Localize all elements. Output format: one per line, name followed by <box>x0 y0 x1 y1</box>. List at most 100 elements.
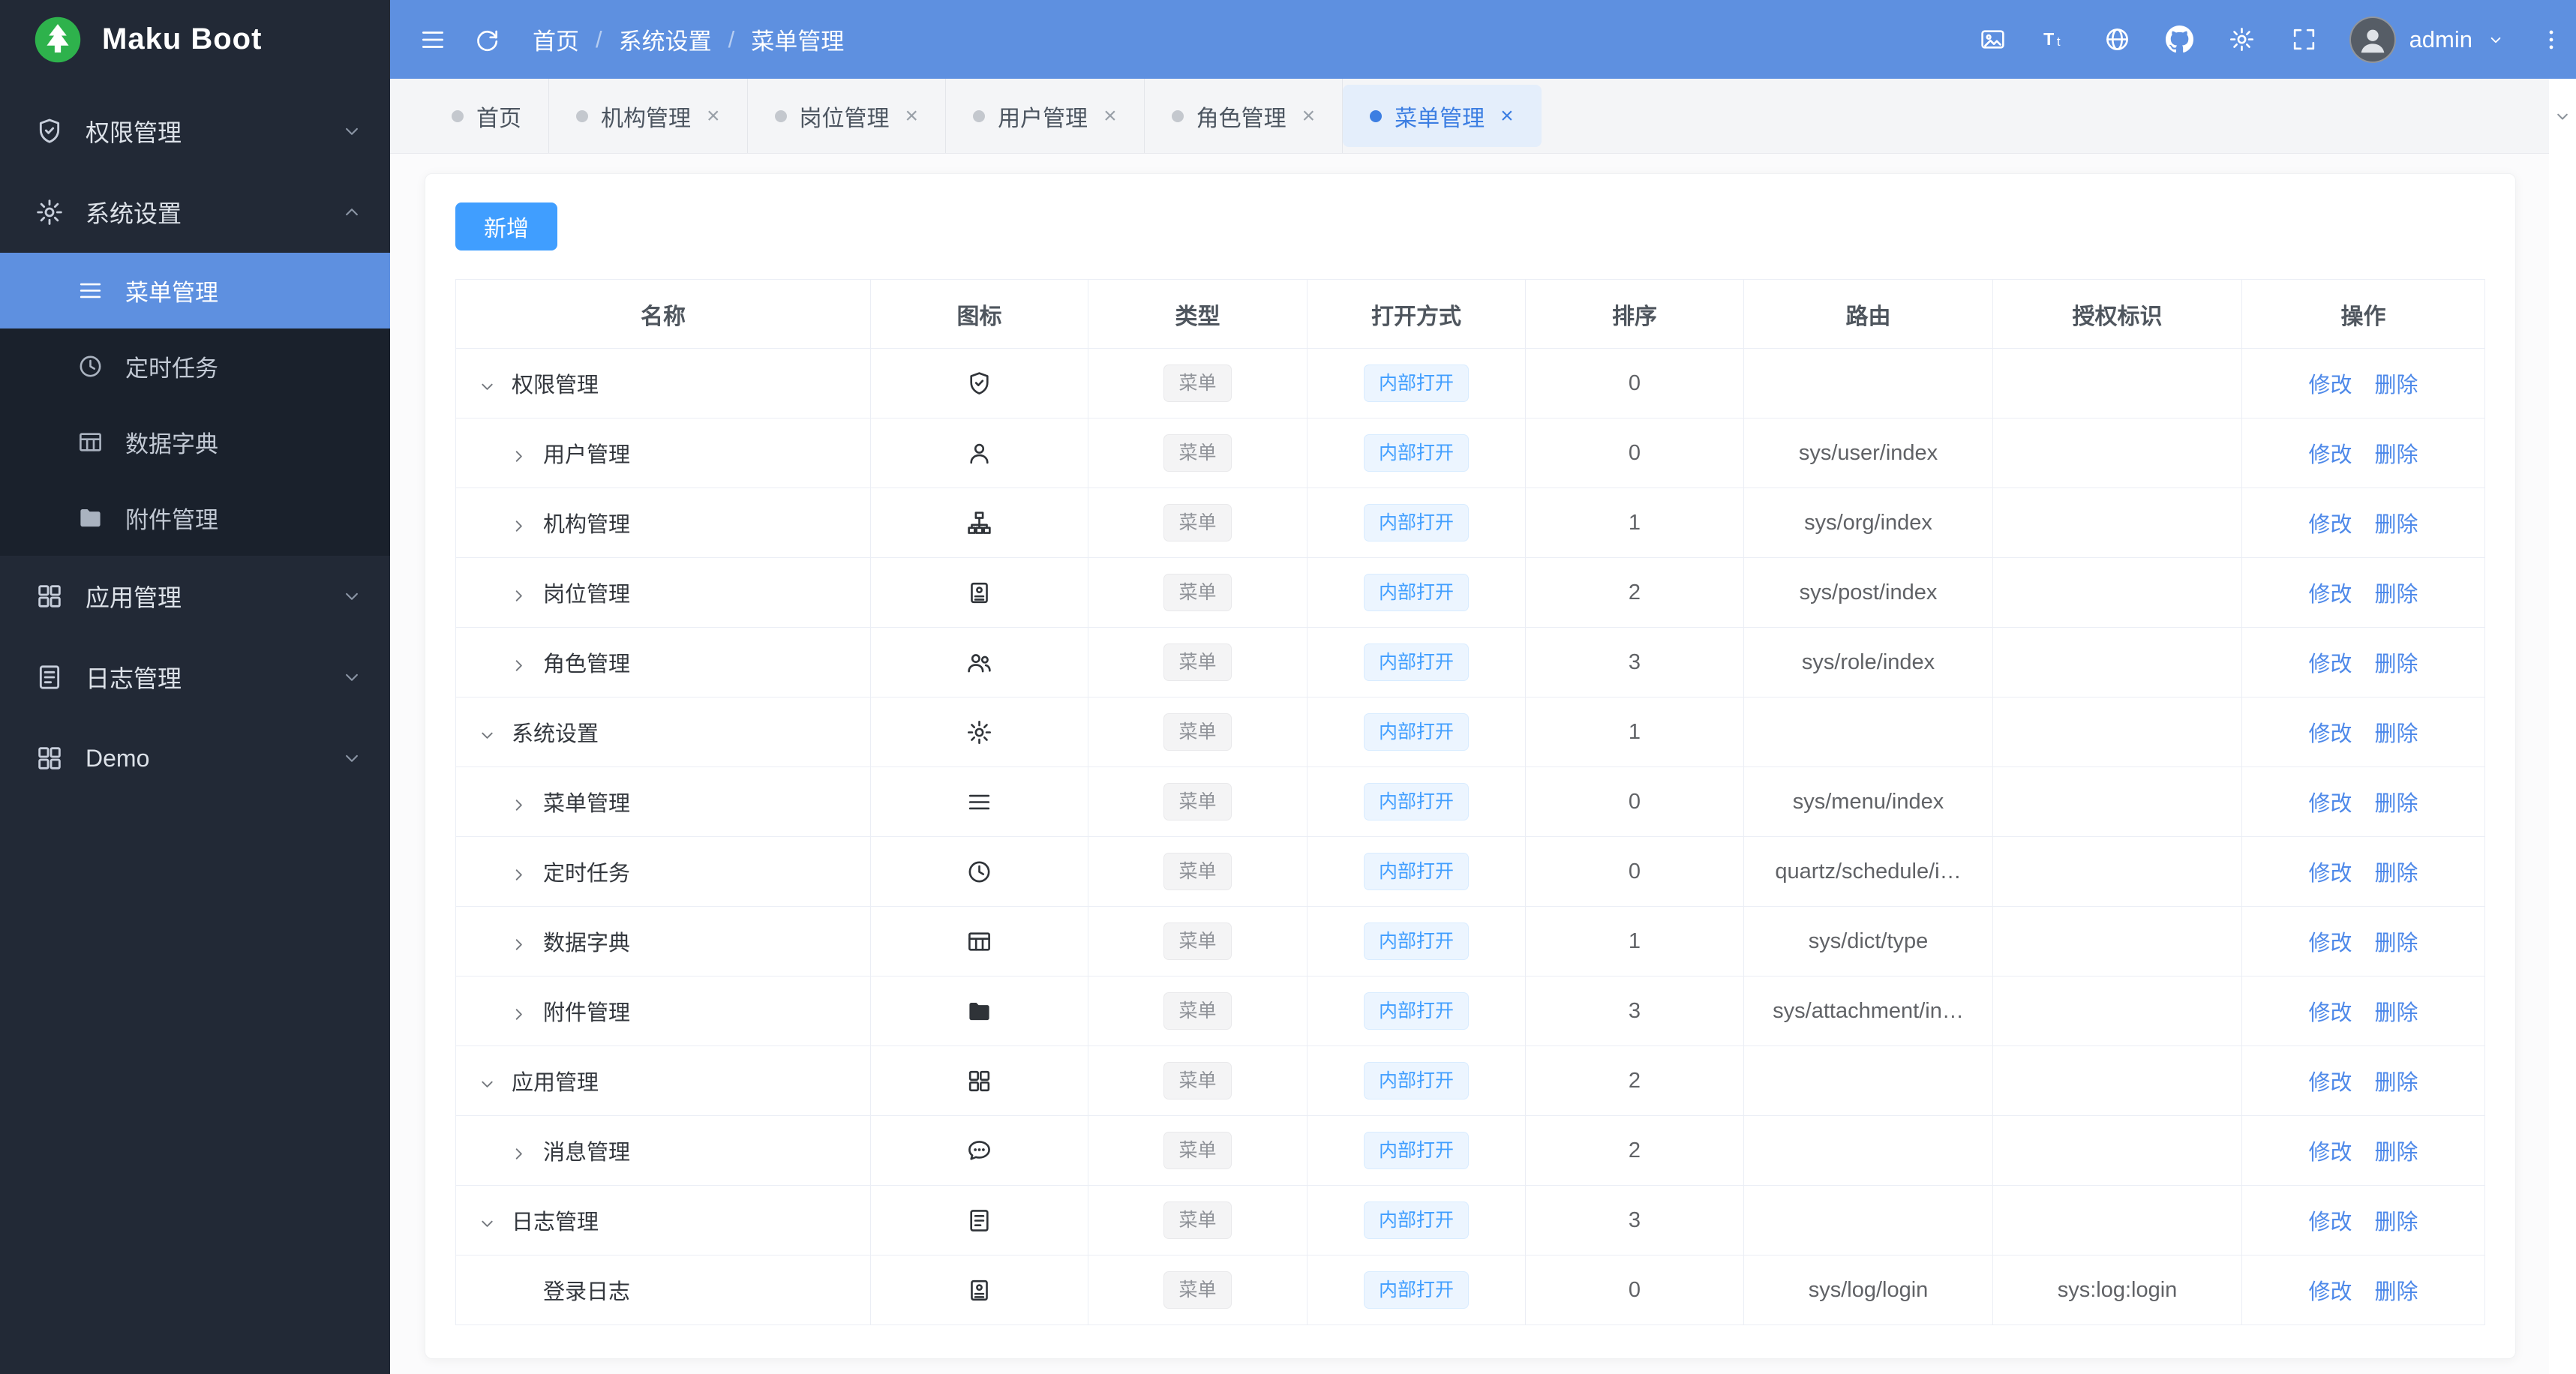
sort-value: 2 <box>1525 1115 1744 1186</box>
auth-value <box>1992 418 2242 488</box>
delete-link[interactable]: 删除 <box>2375 374 2418 398</box>
edit-link[interactable]: 修改 <box>2308 513 2352 537</box>
language-icon[interactable] <box>2103 26 2131 53</box>
breadcrumb-item[interactable]: 系统设置 <box>619 22 712 56</box>
font-size-icon[interactable]: Tt <box>2041 26 2069 53</box>
type-tag: 菜单 <box>1163 504 1232 542</box>
tab-close-icon[interactable]: × <box>1302 104 1316 129</box>
delete-link[interactable]: 删除 <box>2375 1280 2418 1304</box>
more-icon[interactable] <box>2538 27 2564 52</box>
edit-link[interactable]: 修改 <box>2308 862 2352 886</box>
open-type-tag: 内部打开 <box>1363 1132 1469 1169</box>
auth-value <box>1992 766 2242 837</box>
edit-link[interactable]: 修改 <box>2308 1210 2352 1234</box>
auth-value <box>1992 627 2242 698</box>
edit-link[interactable]: 修改 <box>2308 374 2352 398</box>
theme-icon[interactable] <box>2228 26 2256 53</box>
screenshot-icon[interactable] <box>1979 26 2007 53</box>
sidebar-subitem[interactable]: 菜单管理 <box>0 253 390 328</box>
tab-close-icon[interactable]: × <box>905 104 919 129</box>
expand-icon[interactable] <box>477 1214 512 1234</box>
delete-link[interactable]: 删除 <box>2375 583 2418 607</box>
route-value: sys/menu/index <box>1743 766 1993 837</box>
edit-link[interactable]: 修改 <box>2308 1001 2352 1025</box>
refresh-icon[interactable] <box>473 26 501 54</box>
edit-link[interactable]: 修改 <box>2308 583 2352 607</box>
sidebar-subitem[interactable]: 数据字典 <box>0 404 390 480</box>
user-menu[interactable]: admin <box>2349 16 2505 63</box>
edit-link[interactable]: 修改 <box>2308 932 2352 956</box>
sidebar-item[interactable]: 权限管理 <box>0 91 390 172</box>
expand-icon[interactable] <box>509 795 543 815</box>
breadcrumb-item[interactable]: 首页 <box>533 22 579 56</box>
folder-icon <box>965 998 993 1025</box>
tab[interactable]: 首页 <box>425 79 549 153</box>
expand-icon[interactable] <box>509 865 543 885</box>
menu-name: 应用管理 <box>512 1071 599 1095</box>
edit-link[interactable]: 修改 <box>2308 1071 2352 1095</box>
tab-close-icon[interactable]: × <box>1500 104 1514 129</box>
delete-link[interactable]: 删除 <box>2375 443 2418 467</box>
open-type-tag: 内部打开 <box>1363 504 1469 542</box>
tab[interactable]: 菜单管理 × <box>1343 85 1542 147</box>
delete-link[interactable]: 删除 <box>2375 722 2418 746</box>
delete-link[interactable]: 删除 <box>2375 1001 2418 1025</box>
edit-link[interactable]: 修改 <box>2308 1280 2352 1304</box>
expand-icon[interactable] <box>477 376 512 397</box>
sidebar-subitem-label: 菜单管理 <box>125 280 218 306</box>
delete-link[interactable]: 删除 <box>2375 652 2418 676</box>
content-card: 新增 名称 图标 类型 打开方式 排序 路由 授权标识 操作 权限管理 菜单 内部打开 0 <box>425 173 2516 1359</box>
tab[interactable]: 岗位管理 × <box>748 79 947 153</box>
delete-link[interactable]: 删除 <box>2375 513 2418 537</box>
column-header: 打开方式 <box>1307 279 1526 349</box>
sidebar-subitem[interactable]: 定时任务 <box>0 328 390 404</box>
tab-label: 用户管理 <box>998 106 1088 131</box>
expand-icon[interactable] <box>509 1144 543 1164</box>
edit-link[interactable]: 修改 <box>2308 722 2352 746</box>
edit-link[interactable]: 修改 <box>2308 443 2352 467</box>
delete-link[interactable]: 删除 <box>2375 1071 2418 1095</box>
tab-close-icon[interactable]: × <box>707 104 720 129</box>
delete-link[interactable]: 删除 <box>2375 1210 2418 1234</box>
tab[interactable]: 机构管理 × <box>549 79 748 153</box>
collapse-sidebar-icon[interactable] <box>419 26 447 54</box>
tab[interactable]: 用户管理 × <box>946 79 1145 153</box>
github-icon[interactable] <box>2165 26 2193 53</box>
type-tag: 菜单 <box>1163 574 1232 611</box>
sort-value: 1 <box>1525 906 1744 976</box>
delete-link[interactable]: 删除 <box>2375 862 2418 886</box>
sidebar-item[interactable]: Demo <box>0 718 390 799</box>
dict-icon <box>965 928 993 956</box>
delete-link[interactable]: 删除 <box>2375 792 2418 816</box>
delete-link[interactable]: 删除 <box>2375 1141 2418 1165</box>
table-row: 系统设置 菜单 内部打开 1 修改 删除 <box>455 697 2485 767</box>
edit-link[interactable]: 修改 <box>2308 1141 2352 1165</box>
auth-value <box>1992 836 2242 907</box>
expand-icon[interactable] <box>509 656 543 676</box>
breadcrumb-item[interactable]: 菜单管理 <box>751 22 844 56</box>
expand-icon[interactable] <box>509 1004 543 1024</box>
menu-name: 权限管理 <box>512 374 599 398</box>
edit-link[interactable]: 修改 <box>2308 652 2352 676</box>
fullscreen-icon[interactable] <box>2290 26 2318 53</box>
sidebar-item[interactable]: 应用管理 <box>0 556 390 637</box>
tab-close-icon[interactable]: × <box>1103 104 1117 129</box>
breadcrumb: 首页 / 系统设置 / 菜单管理 <box>533 22 844 56</box>
edit-link[interactable]: 修改 <box>2308 792 2352 816</box>
open-type-tag: 内部打开 <box>1363 713 1469 751</box>
delete-link[interactable]: 删除 <box>2375 932 2418 956</box>
sidebar-subitem[interactable]: 附件管理 <box>0 480 390 556</box>
tab-dot-icon <box>576 110 588 122</box>
add-button[interactable]: 新增 <box>455 202 557 250</box>
expand-icon[interactable] <box>509 586 543 606</box>
expand-icon[interactable] <box>509 446 543 466</box>
expand-icon[interactable] <box>477 725 512 746</box>
expand-icon[interactable] <box>509 934 543 955</box>
sidebar-item[interactable]: 系统设置 <box>0 172 390 253</box>
tab[interactable]: 角色管理 × <box>1145 79 1344 153</box>
tabs-dropdown-icon[interactable] <box>2552 79 2573 154</box>
sidebar-item[interactable]: 日志管理 <box>0 637 390 718</box>
expand-icon[interactable] <box>477 1074 512 1094</box>
expand-icon[interactable] <box>509 516 543 536</box>
route-value: sys/user/index <box>1743 418 1993 488</box>
